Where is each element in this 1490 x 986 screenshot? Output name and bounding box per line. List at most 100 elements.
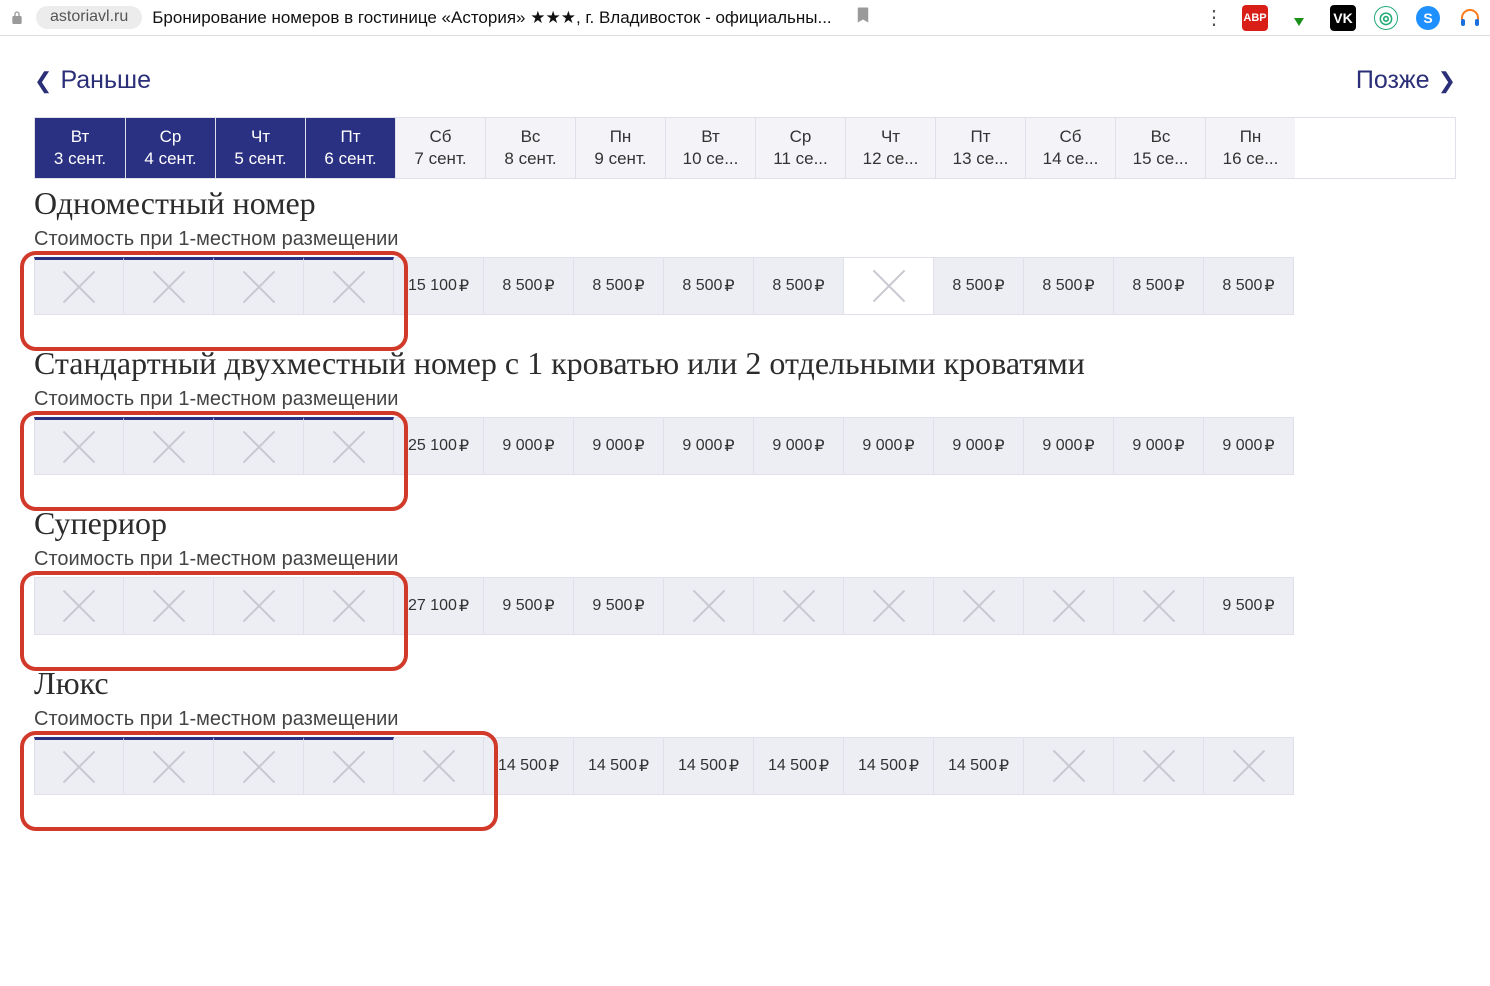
date-dow: Вт xyxy=(701,127,720,147)
unavailable-x-icon xyxy=(781,588,817,624)
next-label: Позже xyxy=(1356,66,1430,95)
price-cell-unavailable xyxy=(1114,737,1204,795)
price-cell[interactable]: 9 000 ₽ xyxy=(1114,417,1204,475)
chevron-right-icon: ❯ xyxy=(1438,68,1456,94)
date-header-cell[interactable]: Вт3 сент. xyxy=(35,118,125,178)
price-cell[interactable]: 9 000 ₽ xyxy=(484,417,574,475)
shazam-icon[interactable]: S xyxy=(1416,6,1440,30)
price-cell-unavailable xyxy=(754,577,844,635)
price-cell-unavailable xyxy=(844,577,934,635)
price-cell[interactable]: 8 500 ₽ xyxy=(934,257,1024,315)
room-subtitle: Стоимость при 1-местном размещении xyxy=(34,388,1456,411)
price-cell[interactable]: 9 000 ₽ xyxy=(844,417,934,475)
price-value: 8 500 xyxy=(682,277,722,295)
currency-symbol: ₽ xyxy=(1174,276,1184,296)
room-subtitle: Стоимость при 1-местном размещении xyxy=(34,548,1456,571)
price-cell[interactable]: 9 500 ₽ xyxy=(1204,577,1294,635)
price-value: 8 500 xyxy=(592,277,632,295)
unavailable-x-icon xyxy=(961,588,997,624)
date-header-cell[interactable]: Вс15 се... xyxy=(1115,118,1205,178)
date-header-cell[interactable]: Пн16 се... xyxy=(1205,118,1295,178)
date-header-cell[interactable]: Ср4 сент. xyxy=(125,118,215,178)
price-cell-unavailable xyxy=(304,257,394,315)
price-cell[interactable]: 9 500 ₽ xyxy=(484,577,574,635)
price-value: 8 500 xyxy=(1042,277,1082,295)
price-cell-unavailable xyxy=(1204,737,1294,795)
price-cell[interactable]: 8 500 ₽ xyxy=(1204,257,1294,315)
price-cell[interactable]: 9 000 ₽ xyxy=(1204,417,1294,475)
price-cell[interactable]: 8 500 ₽ xyxy=(664,257,754,315)
prev-label: Раньше xyxy=(60,66,151,95)
price-cell[interactable]: 9 000 ₽ xyxy=(1024,417,1114,475)
date-header-cell[interactable]: Чт5 сент. xyxy=(215,118,305,178)
price-cell[interactable]: 9 000 ₽ xyxy=(934,417,1024,475)
date-label: 9 сент. xyxy=(594,149,646,169)
date-header-cell[interactable]: Ср11 се... xyxy=(755,118,845,178)
currency-symbol: ₽ xyxy=(1084,276,1094,296)
date-dow: Пт xyxy=(340,127,360,147)
date-header-cell[interactable]: Вс8 сент. xyxy=(485,118,575,178)
price-cell[interactable]: 9 500 ₽ xyxy=(574,577,664,635)
date-header-cell[interactable]: Пт13 се... xyxy=(935,118,1025,178)
date-dow: Чт xyxy=(881,127,900,147)
price-cell[interactable]: 8 500 ₽ xyxy=(484,257,574,315)
price-cell[interactable]: 14 500 ₽ xyxy=(934,737,1024,795)
unavailable-x-icon xyxy=(1141,588,1177,624)
url-domain[interactable]: astoriavl.ru xyxy=(36,6,142,29)
currency-symbol: ₽ xyxy=(544,596,554,616)
date-label: 10 се... xyxy=(683,149,739,169)
price-cell[interactable]: 8 500 ₽ xyxy=(1024,257,1114,315)
price-cell[interactable]: 8 500 ₽ xyxy=(754,257,844,315)
date-header-cell[interactable]: Сб14 се... xyxy=(1025,118,1115,178)
price-cell[interactable]: 14 500 ₽ xyxy=(484,737,574,795)
chevron-left-icon: ❮ xyxy=(34,68,52,94)
date-dow: Чт xyxy=(251,127,270,147)
next-dates-button[interactable]: Позже ❯ xyxy=(1356,66,1456,95)
price-cell[interactable]: 14 500 ₽ xyxy=(844,737,934,795)
price-cell[interactable]: 14 500 ₽ xyxy=(754,737,844,795)
price-cell[interactable]: 9 000 ₽ xyxy=(754,417,844,475)
price-cell-unavailable xyxy=(124,417,214,475)
price-cell-unavailable xyxy=(304,737,394,795)
price-value: 8 500 xyxy=(1132,277,1172,295)
price-cell[interactable]: 25 100 ₽ xyxy=(394,417,484,475)
price-cell-unavailable xyxy=(34,417,124,475)
price-cell[interactable]: 15 100 ₽ xyxy=(394,257,484,315)
date-dow: Сб xyxy=(1059,127,1081,147)
currency-symbol: ₽ xyxy=(459,596,469,616)
date-header-cell[interactable]: Пн9 сент. xyxy=(575,118,665,178)
date-header-cell[interactable]: Пт6 сент. xyxy=(305,118,395,178)
date-label: 14 се... xyxy=(1043,149,1099,169)
price-cell[interactable]: 27 100 ₽ xyxy=(394,577,484,635)
date-header-cell[interactable]: Вт10 се... xyxy=(665,118,755,178)
bookmark-icon[interactable] xyxy=(854,6,872,29)
prev-dates-button[interactable]: ❮ Раньше xyxy=(34,66,151,95)
spiral-icon[interactable]: ◎ xyxy=(1374,6,1398,30)
price-cell-unavailable xyxy=(304,577,394,635)
download-arrow-icon[interactable] xyxy=(1286,5,1312,31)
price-cell[interactable]: 8 500 ₽ xyxy=(574,257,664,315)
price-cell[interactable]: 14 500 ₽ xyxy=(664,737,754,795)
unavailable-x-icon xyxy=(871,268,907,304)
kebab-menu-icon[interactable]: ⋮ xyxy=(1204,8,1224,28)
headset-icon[interactable] xyxy=(1458,6,1482,30)
price-cell[interactable]: 9 000 ₽ xyxy=(574,417,664,475)
room-title: Стандартный двухместный номер с 1 кроват… xyxy=(34,345,1456,382)
price-value: 25 100 xyxy=(408,437,457,455)
page-title: Бронирование номеров в гостинице «Астори… xyxy=(152,8,831,28)
price-cell-unavailable xyxy=(1024,737,1114,795)
adblock-icon[interactable]: ABP xyxy=(1242,5,1268,31)
lock-icon xyxy=(8,9,26,27)
currency-symbol: ₽ xyxy=(634,436,644,456)
price-cell[interactable]: 9 000 ₽ xyxy=(664,417,754,475)
price-cell[interactable]: 14 500 ₽ xyxy=(574,737,664,795)
date-header-cell[interactable]: Чт12 се... xyxy=(845,118,935,178)
date-dow: Сб xyxy=(429,127,451,147)
currency-symbol: ₽ xyxy=(729,756,739,776)
currency-symbol: ₽ xyxy=(459,276,469,296)
vk-icon[interactable]: VK xyxy=(1330,5,1356,31)
unavailable-x-icon xyxy=(871,588,907,624)
date-header-cell[interactable]: Сб7 сент. xyxy=(395,118,485,178)
price-cell[interactable]: 8 500 ₽ xyxy=(1114,257,1204,315)
currency-symbol: ₽ xyxy=(1264,596,1274,616)
